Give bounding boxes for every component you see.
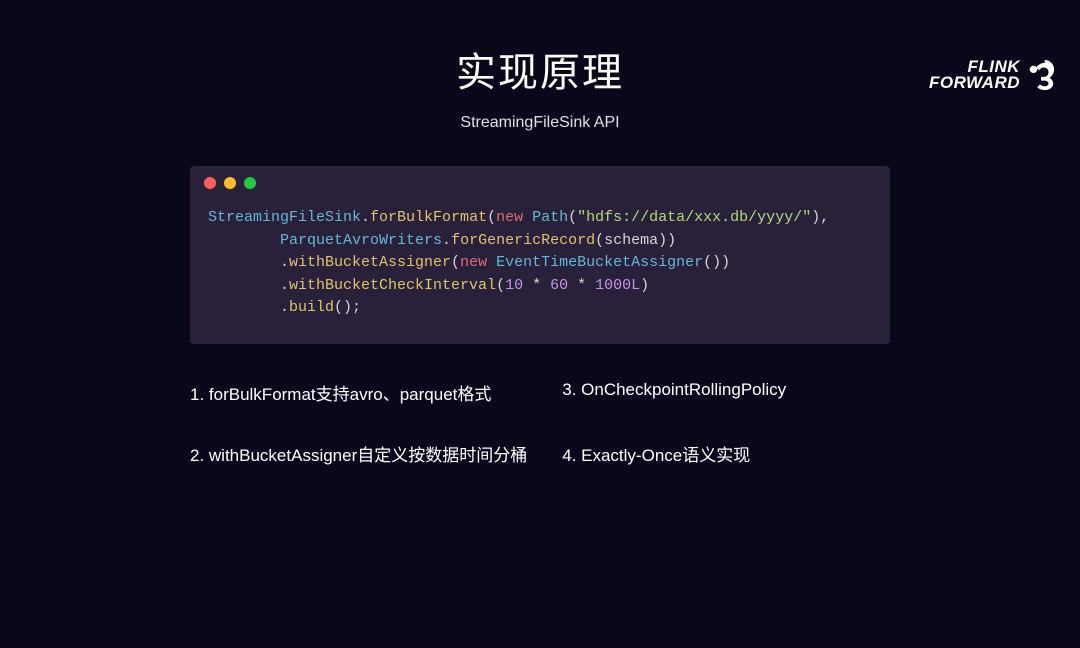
code-body: StreamingFileSink.forBulkFormat(new Path… [190,189,890,344]
bullet-1: 1. forBulkFormat支持avro、parquet格式 [190,380,552,405]
page-title: 实现原理 [0,40,1080,98]
squirrel-icon [1026,58,1056,92]
code-window: StreamingFileSink.forBulkFormat(new Path… [190,166,890,344]
bullet-2: 2. withBucketAssigner自定义按数据时间分桶 [190,441,552,466]
page-subtitle: StreamingFileSink API [0,114,1080,132]
minimize-dot-icon [224,177,236,189]
bullet-4: 4. Exactly-Once语义实现 [562,441,890,466]
bullet-3: 3. OnCheckpointRollingPolicy [562,380,890,405]
flink-forward-logo: FLINK FORWARD [929,58,1056,92]
close-dot-icon [204,177,216,189]
window-dots [190,166,890,189]
logo-line2: FORWARD [929,75,1020,91]
bullet-grid: 1. forBulkFormat支持avro、parquet格式 3. OnCh… [190,380,890,466]
maximize-dot-icon [244,177,256,189]
